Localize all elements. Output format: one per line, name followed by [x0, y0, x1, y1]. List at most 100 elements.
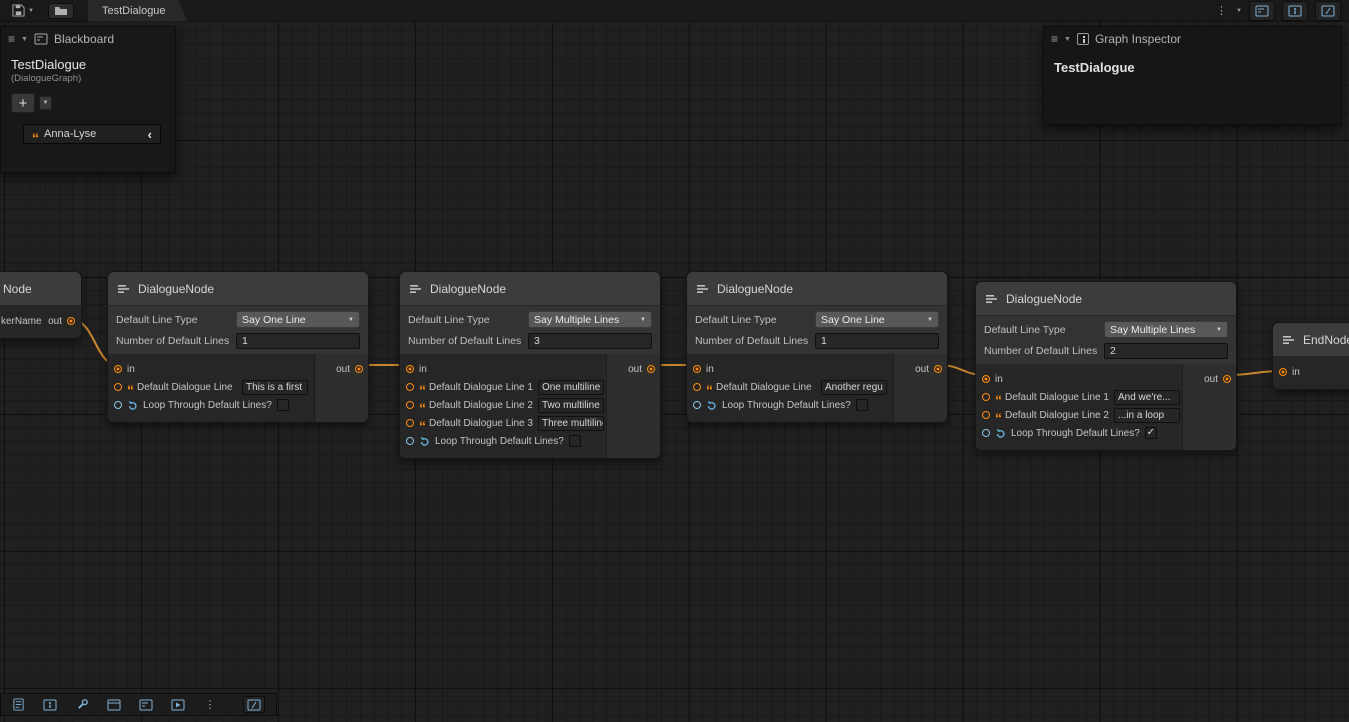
node-title-bar[interactable]: DialogueNode: [400, 272, 660, 306]
num-lines-field[interactable]: 1: [815, 333, 939, 349]
inspector-icon: [1077, 33, 1089, 45]
save-caret-icon[interactable]: ▼: [28, 8, 34, 14]
file-button[interactable]: [7, 696, 29, 713]
node-title-bar[interactable]: Node: [0, 272, 81, 306]
dialogue-line-port[interactable]: [693, 383, 701, 391]
dialogue-node-4[interactable]: DialogueNode Default Line Type Say Multi…: [975, 281, 1237, 451]
out-port[interactable]: [1223, 375, 1231, 383]
code-button[interactable]: [243, 696, 265, 713]
open-folder-button[interactable]: [48, 3, 74, 19]
dialogue-line-label: Default Dialogue Line: [137, 382, 233, 393]
preview-button[interactable]: [167, 696, 189, 713]
in-port[interactable]: [406, 365, 414, 373]
dialogue-line-field[interactable]: This is a first: [242, 380, 308, 395]
num-lines-field[interactable]: 3: [528, 333, 652, 349]
add-property-caret[interactable]: ▼: [39, 96, 52, 110]
loop-port[interactable]: [982, 429, 990, 437]
node-title-bar[interactable]: DialogueNode: [976, 282, 1236, 316]
dialogue-line-port[interactable]: [114, 383, 122, 391]
dialogue-line-port[interactable]: [406, 419, 414, 427]
dialogue-line-port[interactable]: [982, 411, 990, 419]
in-port[interactable]: [982, 375, 990, 383]
out-port[interactable]: [647, 365, 655, 373]
line-type-dropdown[interactable]: Say Multiple Lines ▼: [1104, 321, 1228, 338]
line-type-value: Say One Line: [821, 314, 885, 326]
blackboard-toggle-button[interactable]: [135, 696, 157, 713]
dialogue-line-field[interactable]: ...in a loop: [1114, 408, 1180, 423]
in-port[interactable]: [1279, 368, 1287, 376]
inspector-icon: [43, 699, 57, 711]
toolbar-more-button[interactable]: ⋮: [1214, 4, 1229, 17]
dialogue-line-field[interactable]: Two multiline: [538, 398, 604, 413]
dialogue-line-label: Default Dialogue Line 1: [1005, 392, 1109, 403]
loop-checkbox[interactable]: [856, 399, 868, 411]
dialogue-node-1[interactable]: DialogueNode Default Line Type Say One L…: [107, 271, 369, 423]
script-button[interactable]: [1315, 1, 1341, 21]
line-type-dropdown[interactable]: Say One Line ▼: [236, 311, 360, 328]
blackboard-property-anna-lyse[interactable]: “ Anna-Lyse ‹: [23, 124, 161, 144]
line-type-label: Default Line Type: [116, 314, 198, 326]
line-type-value: Say One Line: [242, 314, 306, 326]
blackboard-toggle-button[interactable]: [1249, 1, 1275, 21]
tab-testdialogue[interactable]: TestDialogue: [88, 0, 188, 22]
loop-checkbox[interactable]: ✓: [1145, 427, 1157, 439]
dialogue-line-field[interactable]: One multiline: [538, 380, 604, 395]
collapse-chevron-icon[interactable]: ‹: [148, 127, 152, 142]
line-type-label: Default Line Type: [695, 314, 777, 326]
node-title: Node: [3, 282, 32, 296]
bottom-more-button[interactable]: ⋮: [199, 696, 221, 713]
node-properties: Default Line Type Say Multiple Lines ▼ N…: [976, 316, 1236, 364]
inspector-toggle-button[interactable]: [1282, 1, 1308, 21]
start-node[interactable]: Node kerName out: [0, 271, 82, 339]
dropdown-caret-icon: ▼: [640, 317, 646, 323]
loop-label: Loop Through Default Lines?: [143, 400, 272, 411]
out-port[interactable]: [355, 365, 363, 373]
out-port[interactable]: [67, 317, 75, 325]
collapse-caret-icon[interactable]: ▼: [21, 36, 28, 43]
end-node[interactable]: EndNode in: [1272, 322, 1349, 390]
dialogue-line-value: Two multiline: [542, 400, 600, 411]
node-title-bar[interactable]: EndNode: [1273, 323, 1349, 357]
loop-checkbox[interactable]: [277, 399, 289, 411]
num-lines-field[interactable]: 1: [236, 333, 360, 349]
loop-checkbox[interactable]: [569, 435, 581, 447]
code-icon: [247, 699, 261, 711]
dialogue-line-port[interactable]: [982, 393, 990, 401]
node-title-bar[interactable]: DialogueNode: [108, 272, 368, 306]
dialogue-node-icon: [696, 283, 710, 295]
num-lines-label: Number of Default Lines: [984, 345, 1097, 357]
line-type-dropdown[interactable]: Say One Line ▼: [815, 311, 939, 328]
hamburger-icon[interactable]: ≡: [1051, 32, 1058, 46]
blackboard-header[interactable]: ≡ ▼ Blackboard: [1, 27, 175, 51]
collapse-caret-icon[interactable]: ▼: [1064, 36, 1071, 43]
hamburger-icon[interactable]: ≡: [8, 32, 15, 46]
tools-button[interactable]: [71, 696, 93, 713]
in-port[interactable]: [693, 365, 701, 373]
line-type-dropdown[interactable]: Say Multiple Lines ▼: [528, 311, 652, 328]
inspector-toggle-button[interactable]: [39, 696, 61, 713]
node-title-bar[interactable]: DialogueNode: [687, 272, 947, 306]
dialogue-line-field[interactable]: And we're...: [1114, 390, 1180, 405]
loop-port[interactable]: [406, 437, 414, 445]
save-button[interactable]: ▼: [12, 4, 34, 17]
dialogue-line-port[interactable]: [406, 383, 414, 391]
add-property-button[interactable]: +: [11, 93, 35, 113]
in-port[interactable]: [114, 365, 122, 373]
toolbar-more-caret[interactable]: ▼: [1236, 8, 1242, 14]
loop-port[interactable]: [114, 401, 122, 409]
dialogue-line-field[interactable]: Another regu: [821, 380, 887, 395]
dialogue-line-field[interactable]: Three multiline: [538, 416, 604, 431]
loop-port[interactable]: [693, 401, 701, 409]
quote-icon: “: [32, 135, 37, 141]
inspector-header[interactable]: ≡ ▼ Graph Inspector: [1044, 27, 1341, 51]
in-port-label: in: [419, 364, 427, 375]
dialogue-node-2[interactable]: DialogueNode Default Line Type Say Multi…: [399, 271, 661, 459]
window-button[interactable]: [103, 696, 125, 713]
num-lines-field[interactable]: 2: [1104, 343, 1228, 359]
file-icon: [12, 698, 25, 711]
dialogue-line-port[interactable]: [406, 401, 414, 409]
dialogue-node-3[interactable]: DialogueNode Default Line Type Say One L…: [686, 271, 948, 423]
node-title: DialogueNode: [430, 282, 506, 296]
num-lines-value: 1: [821, 335, 827, 347]
out-port[interactable]: [934, 365, 942, 373]
